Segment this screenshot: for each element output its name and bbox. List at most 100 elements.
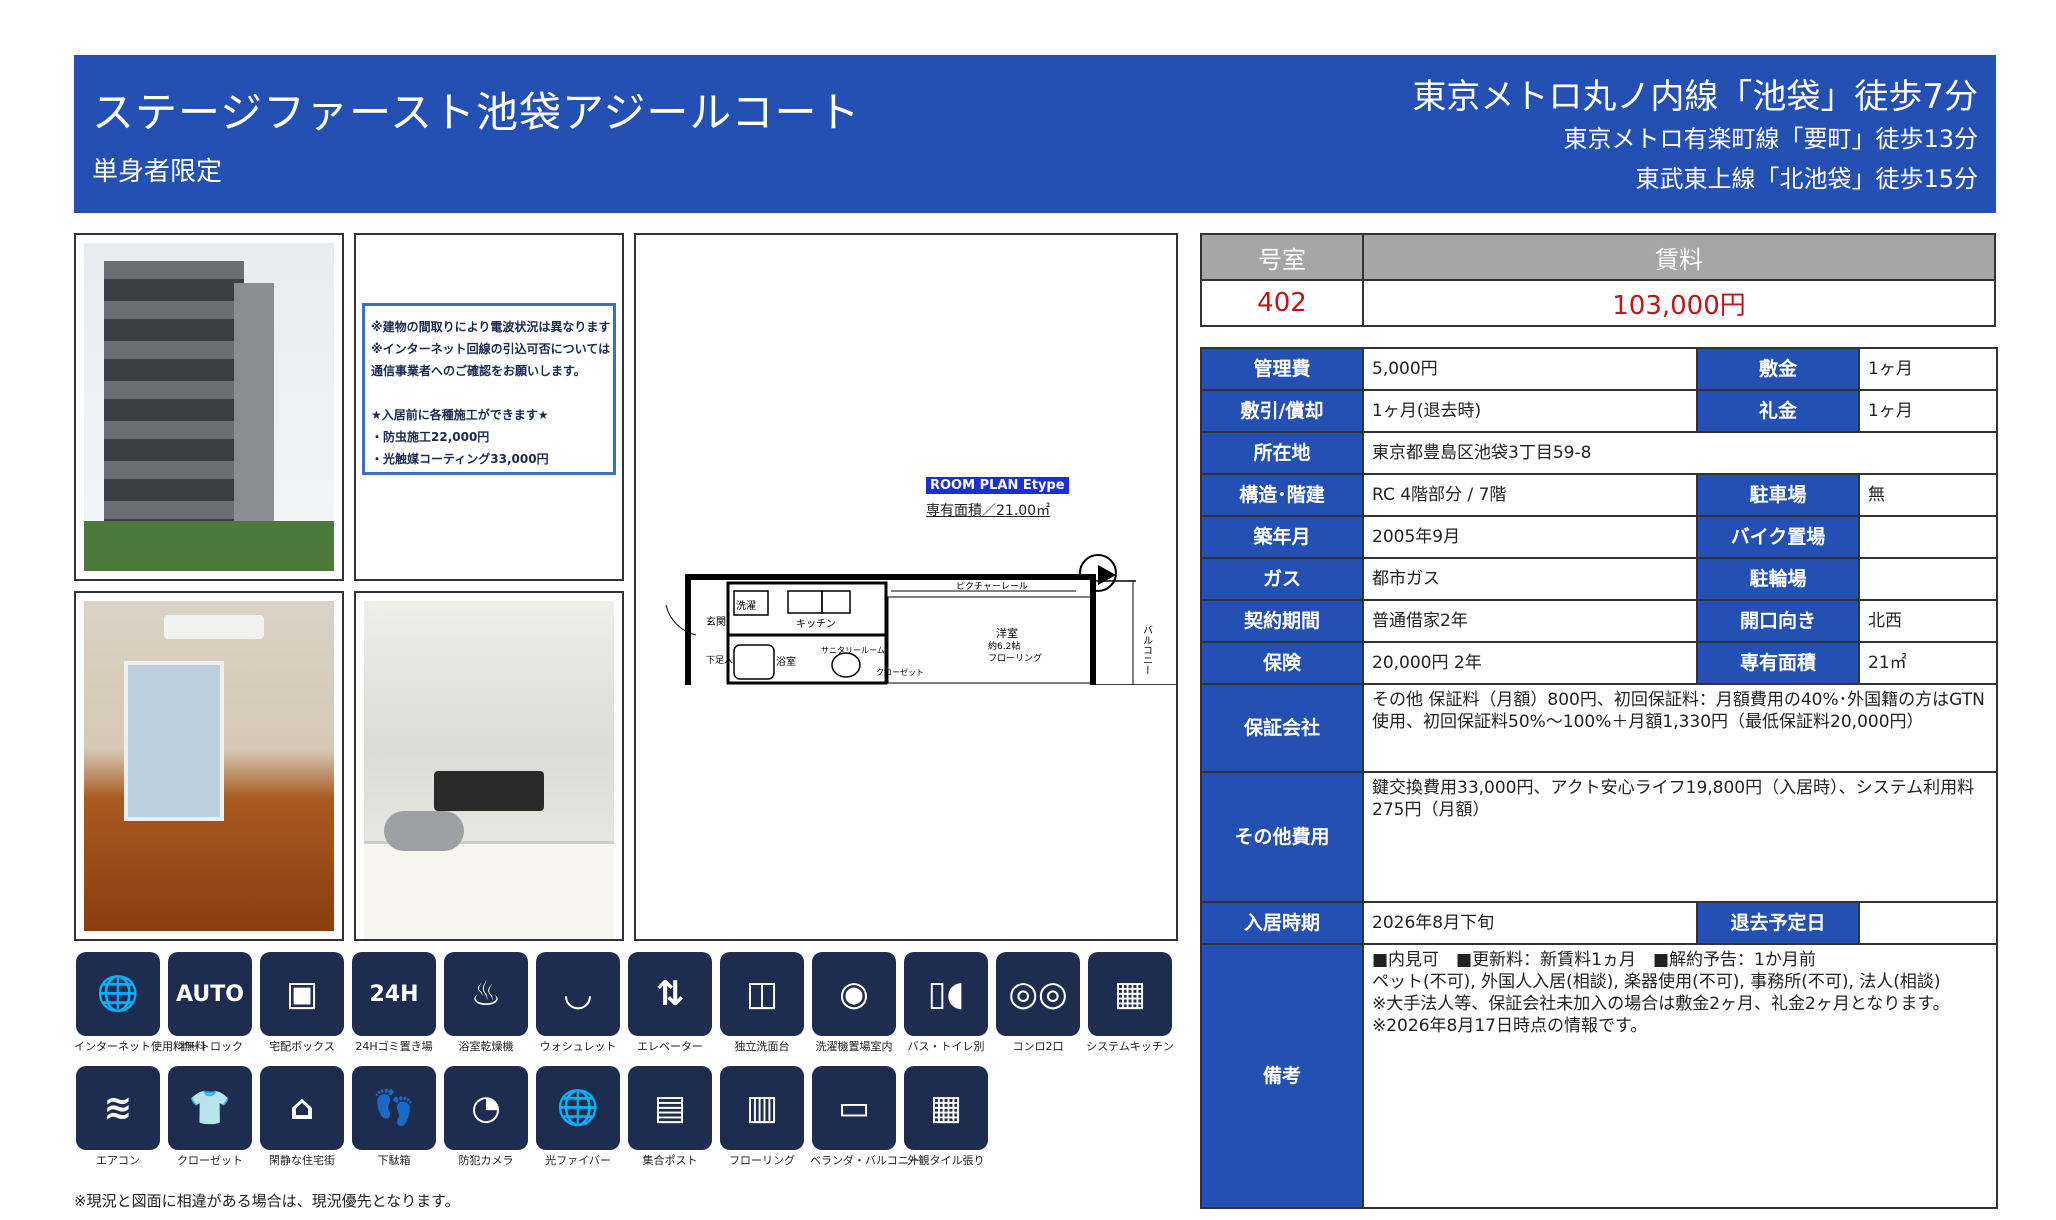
station-access-3: 東武東上線「北池袋」徒歩15分 <box>1635 165 1978 193</box>
amenity-label: 集合ポスト <box>642 1154 698 1167</box>
room-photo <box>74 591 344 941</box>
autolock-icon: AUTO オートロック <box>166 952 254 1053</box>
value-structure: RC 4階部分 / 7階 <box>1362 473 1698 517</box>
closet-icon: 👕 クローゼット <box>166 1066 254 1167</box>
amenity-label: 閑静な住宅街 <box>269 1154 335 1167</box>
value-shikikin: 1ヶ月 <box>1858 347 1998 391</box>
amenity-label: エレベーター <box>637 1040 703 1053</box>
security-camera-icon: ◔ 防犯カメラ <box>442 1066 530 1167</box>
elevator-icon: ⇅ エレベーター <box>626 952 714 1053</box>
garbage-24h-icon: 24H 24Hゴミ置き場 <box>350 952 438 1053</box>
fp-label-room: 洋室 <box>996 626 1018 640</box>
label-other-fees: その他費用 <box>1200 771 1364 903</box>
value-address: 東京都豊島区池袋3丁目59-8 <box>1362 431 1998 475</box>
fp-label-sanitary: サニタリールーム <box>821 646 885 655</box>
system-kitchen-icon: ▦ システムキッチン <box>1086 952 1174 1053</box>
value-other-fees: 鍵交換費用33,000円、アクト安心ライフ19,800円（入居時）、システム利用… <box>1362 771 1998 903</box>
label-shikibiki: 敷引/償却 <box>1200 389 1364 433</box>
label-address: 所在地 <box>1200 431 1364 475</box>
value-insurance: 20,000円 2年 <box>1362 641 1698 685</box>
label-gas: ガス <box>1200 557 1364 601</box>
flooring-icon: ▥ フローリング <box>718 1066 806 1167</box>
label-kanrihi: 管理費 <box>1200 347 1364 391</box>
stove-2-icon: ◎◎ コンロ2口 <box>994 952 1082 1053</box>
room-header: 号室 <box>1200 233 1364 281</box>
value-parking: 無 <box>1858 473 1998 517</box>
balcony-icon: ▭ ベランダ・バルコニー <box>810 1066 920 1167</box>
label-parking: 駐車場 <box>1696 473 1860 517</box>
property-subtitle: 単身者限定 <box>92 157 223 187</box>
fp-label-kitchen: キッチン <box>796 618 836 630</box>
amenity-label: ウォシュレット <box>539 1040 617 1053</box>
amenity-label: 外観タイル張り <box>907 1154 985 1167</box>
value-built: 2005年9月 <box>1362 515 1698 559</box>
label-direction: 開口向き <box>1696 599 1860 643</box>
value-gas: 都市ガス <box>1362 557 1698 601</box>
fp-label-shoebox: 下足入 <box>706 655 733 666</box>
value-moveout <box>1858 901 1998 945</box>
amenity-label: エアコン <box>96 1154 140 1167</box>
floorplan-area: 専有面積／21.00㎡ <box>926 503 1051 519</box>
fp-label-bath: 浴室 <box>776 655 796 668</box>
amenity-label: ベランダ・バルコニー <box>810 1154 920 1167</box>
fp-label-balcony: バルコニー <box>1141 625 1153 675</box>
amenity-label: クローゼット <box>177 1154 243 1167</box>
delivery-box-icon: ▣ 宅配ボックス <box>258 952 346 1053</box>
aircon-shape <box>164 615 264 639</box>
label-remarks: 備考 <box>1200 943 1364 1209</box>
amenity-label: コンロ2口 <box>1012 1040 1064 1053</box>
remark-line: ■内見可 ■更新料：新賃料1ヵ月 ■解約予告：1か月前 <box>1372 950 1816 970</box>
bath-toilet-separate-icon: ▯◖ バス・トイレ別 <box>902 952 990 1053</box>
amenity-label: インターネット使用料無料 <box>74 1040 206 1053</box>
tile-exterior-icon: ▦ 外観タイル張り <box>902 1066 990 1167</box>
amenity-label: 独立洗面台 <box>734 1040 790 1053</box>
label-built: 築年月 <box>1200 515 1364 559</box>
price-table: 号室 賃料 402 103,000円 <box>1200 233 1996 327</box>
amenity-label: 防犯カメラ <box>458 1154 514 1167</box>
floorplan-title: ROOM PLAN Etype <box>926 477 1069 494</box>
remark-line: ※大手法人等、保証会社未加入の場合は敷金2ヶ月、礼金2ヶ月となります。 <box>1372 994 1950 1014</box>
window-shape <box>124 661 224 821</box>
amenity-label: フローリング <box>729 1154 795 1167</box>
label-reikin: 礼金 <box>1696 389 1860 433</box>
kitchen-photo <box>354 591 624 941</box>
floorplan-drawing: 洗濯 キッチン 玄関 下足入 浴室 サニタリールーム クローゼット 洋室 約6.… <box>665 554 1176 685</box>
quiet-area-icon: ⌂ 閑静な住宅街 <box>258 1066 346 1167</box>
notice-panel: ※建物の間取りにより電波状況は異なります ※インターネット回線の引込可否について… <box>354 233 624 581</box>
fp-label-wash: 洗濯 <box>736 600 756 612</box>
notice-line: 通信事業者へのご確認をお願いします。 <box>371 364 586 378</box>
bath-dryer-icon: ♨ 浴室乾燥機 <box>442 952 530 1053</box>
value-kanrihi: 5,000円 <box>1362 347 1698 391</box>
notice-text: ※建物の間取りにより電波状況は異なります ※インターネット回線の引込可否について… <box>362 303 616 475</box>
amenity-label: 光ファイバー <box>545 1154 611 1167</box>
value-direction: 北西 <box>1858 599 1998 643</box>
washer-space-icon: ◉ 洗濯機置場室内 <box>810 952 898 1053</box>
property-title: ステージファースト池袋アジールコート <box>92 88 861 137</box>
notice-line: ・光触媒コーティング33,000円 <box>371 452 549 466</box>
fp-label-closet: クローゼット <box>876 667 924 677</box>
amenity-label: システムキッチン <box>1086 1040 1174 1053</box>
notice-line: ※インターネット回線の引込可否については <box>371 342 611 356</box>
header-banner: ステージファースト池袋アジールコート 単身者限定 東京メトロ丸ノ内線「池袋」徒歩… <box>74 55 1996 213</box>
vanity-icon: ◫ 独立洗面台 <box>718 952 806 1053</box>
value-reikin: 1ヶ月 <box>1858 389 1998 433</box>
fp-label-entrance: 玄関 <box>706 615 726 628</box>
label-bicycle: 駐輪場 <box>1696 557 1860 601</box>
label-contract: 契約期間 <box>1200 599 1364 643</box>
stove-shape <box>434 771 544 811</box>
room-number: 402 <box>1200 279 1364 327</box>
aircon-icon: ≋ エアコン <box>74 1066 162 1167</box>
value-guarantor: その他 保証料（月額）800円、初回保証料：月額費用の40%･外国籍の方はGTN… <box>1362 683 1998 773</box>
building-shape <box>104 261 244 561</box>
remark-line: ペット(不可), 外国人入居(相談), 楽器使用(不可), 事務所(不可), 法… <box>1372 972 1941 992</box>
station-access-2: 東京メトロ有楽町線「要町」徒歩13分 <box>1563 125 1978 153</box>
notice-line: ・防虫施工22,000円 <box>371 430 490 444</box>
label-guarantor: 保証会社 <box>1200 683 1364 773</box>
value-area: 21㎡ <box>1858 641 1998 685</box>
amenity-label: 下駄箱 <box>377 1154 411 1167</box>
amenity-label: オートロック <box>177 1040 243 1053</box>
rent-header: 賃料 <box>1362 233 1996 281</box>
value-contract: 普通借家2年 <box>1362 599 1698 643</box>
value-bike <box>1858 515 1998 559</box>
footnote: ※現況と図面に相違がある場合は、現況優先となります。 <box>74 1192 460 1210</box>
